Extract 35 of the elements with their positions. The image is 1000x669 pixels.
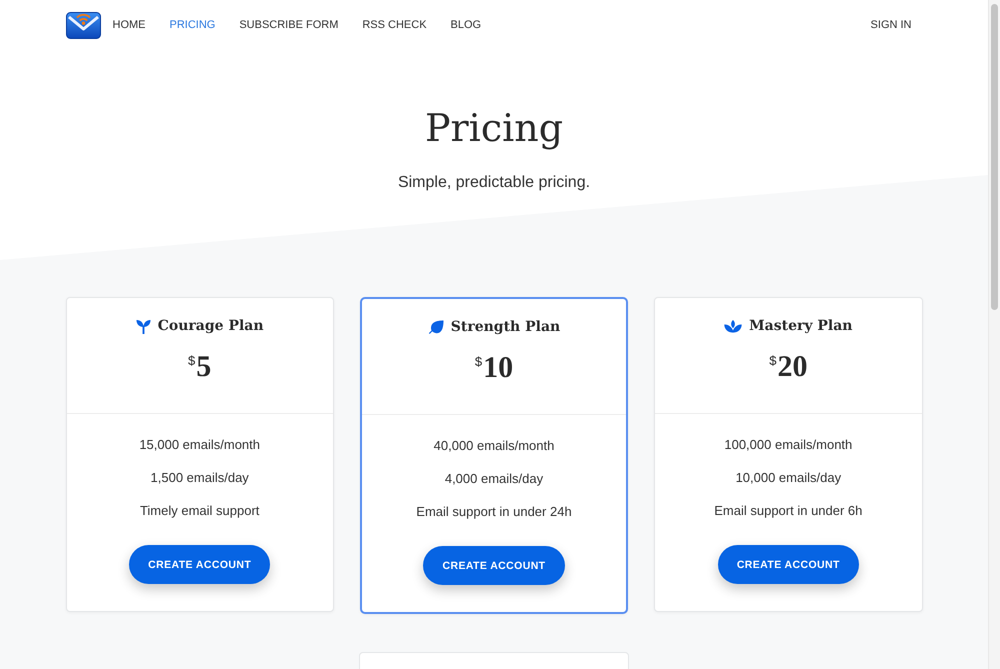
- page-title: Pricing: [424, 105, 564, 151]
- scrollbar[interactable]: [988, 0, 1000, 669]
- feature-text: Timely email support: [140, 502, 260, 520]
- feature-text: 1,500 emails/day: [150, 469, 249, 487]
- currency-symbol: $: [188, 354, 196, 367]
- leaf-icon: [428, 320, 444, 334]
- nav-link[interactable]: BLOG: [450, 19, 482, 31]
- feature-text: 4,000 emails/day: [444, 470, 544, 488]
- lotus-icon: [724, 320, 742, 332]
- feature-text: 100,000 emails/month: [724, 436, 852, 454]
- price-amount: 20: [777, 349, 808, 385]
- price-amount: 5: [196, 349, 212, 385]
- feature-text: Email support in under 24h: [416, 503, 572, 521]
- envelope-logo-icon[interactable]: [66, 12, 100, 38]
- create-account-button[interactable]: CREATE ACCOUNT: [129, 545, 270, 584]
- feature-text: 15,000 emails/month: [139, 436, 260, 454]
- plan-name: Mastery Plan: [749, 318, 852, 334]
- scrollbar-thumb[interactable]: [991, 4, 998, 310]
- feature-text: 40,000 emails/month: [434, 437, 554, 455]
- page-subtitle: Simple, predictable pricing.: [398, 173, 590, 193]
- feature-text: Email support in under 6h: [714, 502, 862, 520]
- create-account-button[interactable]: CREATE ACCOUNT: [423, 546, 564, 585]
- feature-text: 10,000 emails/day: [736, 469, 842, 487]
- create-account-button[interactable]: CREATE ACCOUNT: [718, 545, 859, 584]
- plan-name: Strength Plan: [450, 319, 560, 335]
- plan-name: Courage Plan: [158, 318, 264, 334]
- sprout-icon: [136, 318, 151, 334]
- nav-link[interactable]: PRICING: [170, 19, 216, 31]
- sign-in-link[interactable]: SIGN IN: [870, 19, 912, 31]
- currency-symbol: $: [769, 354, 776, 367]
- nav-link[interactable]: HOME: [112, 19, 146, 31]
- price-amount: 10: [483, 350, 514, 386]
- nav-link[interactable]: SUBSCRIBE FORM: [239, 19, 338, 31]
- nav-link[interactable]: RSS CHECK: [362, 19, 427, 31]
- currency-symbol: $: [474, 355, 482, 368]
